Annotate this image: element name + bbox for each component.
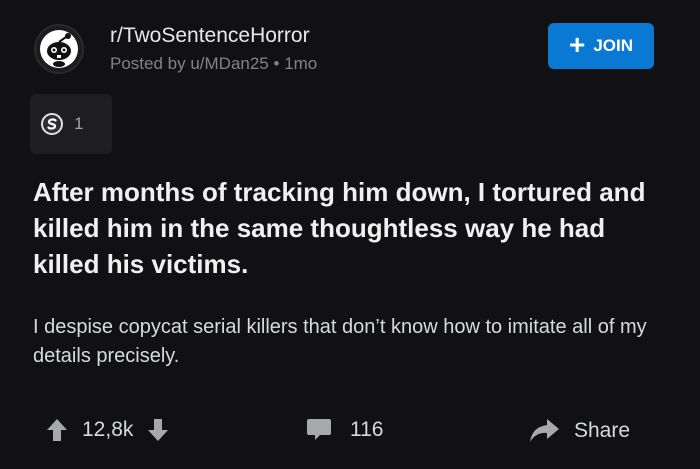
subreddit-avatar[interactable] [34, 24, 84, 74]
share-icon [530, 419, 559, 442]
vote-count: 12,8k [82, 418, 134, 441]
post-header: r/TwoSentenceHorror Posted by u/MDan25 •… [30, 20, 670, 80]
plus-icon: + [568, 29, 586, 60]
vote-group: 12,8k [46, 418, 169, 442]
post-title[interactable]: After months of tracking him down, I tor… [33, 174, 673, 282]
post-actions: 12,8k 116 Share [0, 410, 700, 460]
subreddit-name[interactable]: r/TwoSentenceHorror [110, 24, 310, 48]
share-button[interactable]: Share [528, 418, 630, 444]
post-body: I despise copycat serial killers that do… [33, 316, 647, 367]
alien-mascot-icon [40, 30, 78, 68]
award-badge[interactable]: 1 [30, 94, 112, 154]
upvote-icon[interactable] [46, 418, 68, 442]
comment-count: 116 [350, 418, 384, 441]
post-age: 1mo [284, 54, 318, 73]
join-label: JOIN [593, 36, 634, 55]
award-count: 1 [74, 114, 84, 133]
meta-separator: • [273, 54, 280, 73]
post-meta: Posted by u/MDan25 • 1mo [110, 54, 317, 74]
join-button[interactable]: + JOIN [548, 23, 654, 69]
comment-icon [307, 419, 331, 440]
downvote-icon[interactable] [147, 418, 169, 442]
posted-by[interactable]: Posted by u/MDan25 [110, 54, 269, 73]
comments-button[interactable]: 116 [306, 418, 383, 442]
award-icon [41, 113, 63, 135]
share-label: Share [574, 419, 631, 442]
